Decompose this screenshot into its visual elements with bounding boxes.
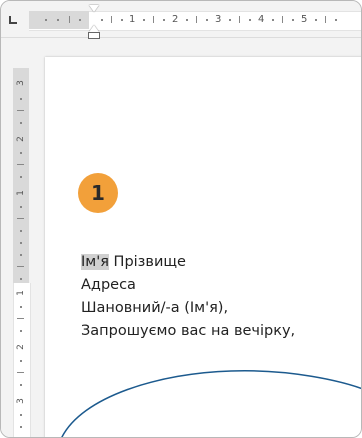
ruler-dot bbox=[249, 19, 251, 21]
ruler-dot bbox=[20, 254, 22, 256]
address-line[interactable]: Адреса bbox=[81, 274, 295, 297]
ruler-number: 2 bbox=[172, 14, 179, 25]
name-line[interactable]: Ім'я Прізвище bbox=[81, 251, 295, 274]
ruler-number: 3 bbox=[215, 14, 222, 25]
ruler-tick bbox=[17, 318, 24, 319]
ruler-number: 1 bbox=[129, 14, 136, 25]
ruler-dot bbox=[20, 414, 22, 416]
ruler-number: 4 bbox=[258, 14, 265, 25]
ruler-tick bbox=[325, 16, 326, 23]
ruler-dot bbox=[20, 206, 22, 208]
ruler-tick bbox=[69, 16, 70, 23]
ruler-number: 2 bbox=[16, 344, 26, 350]
step-number-badge: 1 bbox=[78, 173, 118, 213]
document-page[interactable] bbox=[45, 57, 361, 437]
ruler-dot bbox=[20, 242, 22, 244]
left-indent-marker[interactable] bbox=[88, 32, 100, 39]
ruler-dot bbox=[20, 278, 22, 280]
horizontal-ruler: 1 2 3 4 5 bbox=[1, 1, 361, 39]
ruler-tick bbox=[111, 16, 112, 23]
tab-selector-icon[interactable] bbox=[9, 16, 17, 24]
ruler-number: 1 bbox=[16, 190, 26, 196]
document-body-text[interactable]: Ім'я Прізвище Адреса Шановний/-а (Ім'я),… bbox=[81, 251, 295, 343]
ruler-dot bbox=[20, 330, 22, 332]
ruler-tick bbox=[17, 218, 24, 219]
ruler-dot bbox=[315, 19, 317, 21]
ruler-tick bbox=[17, 372, 24, 373]
ruler-dot bbox=[20, 122, 22, 124]
greeting-line[interactable]: Шановний/-а (Ім'я), bbox=[81, 297, 295, 320]
word-document-window: 1 2 3 4 5 3 2 1 1 2 3 1 Ім'я Прізвище Ад… bbox=[0, 0, 362, 438]
invitation-line[interactable]: Запрошуємо вас на вечірку, bbox=[81, 320, 295, 343]
ruler-dot bbox=[20, 426, 22, 428]
ruler-number: 5 bbox=[301, 14, 308, 25]
name-placeholder-field[interactable]: Ім'я bbox=[81, 254, 109, 270]
first-line-indent-marker[interactable] bbox=[89, 5, 99, 12]
ruler-tick bbox=[153, 16, 154, 23]
ruler-dot bbox=[229, 19, 231, 21]
ruler-dot bbox=[20, 360, 22, 362]
ruler-tick bbox=[17, 266, 24, 267]
vertical-ruler-track bbox=[13, 283, 31, 437]
ruler-dot bbox=[20, 152, 22, 154]
ruler-dot bbox=[20, 98, 22, 100]
ruler-tick bbox=[282, 16, 283, 23]
ruler-tick bbox=[239, 16, 240, 23]
ruler-number: 1 bbox=[16, 290, 26, 296]
ruler-dot bbox=[292, 19, 294, 21]
ruler-dot bbox=[186, 19, 188, 21]
ruler-dot bbox=[335, 19, 337, 21]
ruler-tick bbox=[17, 110, 24, 111]
ruler-dot bbox=[79, 19, 81, 21]
ruler-dot bbox=[20, 384, 22, 386]
ruler-dot bbox=[57, 19, 59, 21]
surname-text: Прізвище bbox=[108, 254, 186, 270]
hanging-indent-marker[interactable] bbox=[89, 25, 99, 32]
ruler-dot bbox=[101, 19, 103, 21]
ruler-dot bbox=[45, 19, 47, 21]
ruler-dot bbox=[272, 19, 274, 21]
ruler-number: 2 bbox=[16, 136, 26, 142]
ruler-dot bbox=[163, 19, 165, 21]
ruler-tick bbox=[196, 16, 197, 23]
ruler-dot bbox=[143, 19, 145, 21]
ruler-dot bbox=[20, 176, 22, 178]
ruler-dot bbox=[206, 19, 208, 21]
ruler-number: 3 bbox=[16, 398, 26, 404]
ruler-number: 3 bbox=[16, 80, 26, 86]
ruler-dot bbox=[20, 230, 22, 232]
ruler-dot bbox=[20, 306, 22, 308]
vertical-ruler: 3 2 1 1 2 3 bbox=[1, 38, 37, 437]
ruler-dot bbox=[121, 19, 123, 21]
ruler-tick bbox=[17, 164, 24, 165]
